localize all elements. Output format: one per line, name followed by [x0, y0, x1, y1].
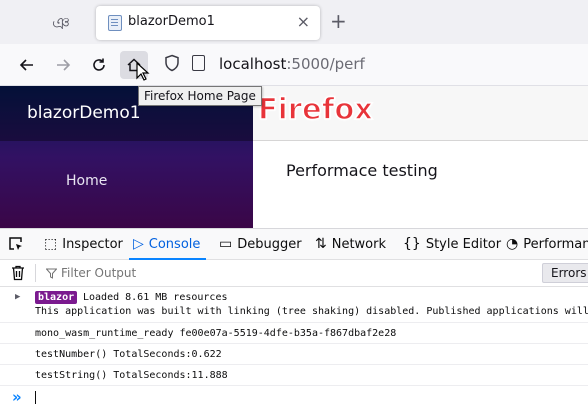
trash-icon: [12, 265, 24, 281]
page-favicon-icon: [108, 15, 122, 31]
tab-debugger[interactable]: ▭ Debugger: [219, 229, 302, 260]
prompt-chevron-icon: »: [12, 388, 22, 406]
log-text: testNumber() TotalSeconds:0.622: [35, 349, 222, 360]
errors-filter-button[interactable]: Errors: [542, 263, 588, 283]
log-text: testString() TotalSeconds:11.888: [35, 370, 228, 381]
url-host: localhost: [219, 55, 287, 73]
page-heading: Performace testing: [286, 161, 438, 180]
url-path: :5000/perf: [286, 55, 365, 73]
firefox-annotation: Firefox: [257, 91, 373, 127]
tab-console-label: Console: [148, 237, 201, 252]
home-button-tooltip: Firefox Home Page: [138, 86, 262, 106]
tab-title: blazorDemo1: [128, 14, 215, 29]
tab-performance[interactable]: ◔ Performan: [506, 229, 588, 260]
console-icon: ▷: [133, 236, 144, 252]
debugger-icon: ▭: [219, 236, 233, 252]
text-caret: [35, 391, 36, 404]
performance-gauge-icon: ◔: [506, 236, 519, 252]
tab-debugger-label: Debugger: [237, 237, 302, 252]
tab-performance-label: Performan: [523, 237, 588, 252]
log-text: Loaded 8.61 MB resources: [83, 292, 228, 303]
tab-style-editor[interactable]: {} Style Editor: [403, 229, 501, 260]
console-message: testString() TotalSeconds:11.888: [0, 365, 588, 386]
tab-console[interactable]: ▷ Console: [128, 229, 207, 260]
console-message: mono_wasm_runtime_ready fe00e07a-5519-4d…: [0, 323, 588, 344]
mouse-cursor-icon: [136, 62, 150, 81]
close-tab-icon[interactable]: ×: [297, 12, 310, 31]
filter-divider: [35, 264, 36, 282]
forward-button[interactable]: [49, 51, 77, 79]
clear-console-trash-icon[interactable]: [11, 265, 25, 285]
sidebar-item-home[interactable]: Home: [66, 173, 107, 189]
log-prefix-badge: blazor: [35, 291, 78, 304]
tab-inspector[interactable]: ⬚ Inspector: [44, 229, 123, 260]
tab-strip: ঞ blazorDemo1 × +: [0, 0, 588, 44]
tab-network[interactable]: ⇅ Network: [315, 229, 386, 260]
devtools-toolbar: ⬚ Inspector ▷ Console ▭ Debugger ⇅ Network {…: [0, 228, 588, 260]
reload-button[interactable]: [85, 51, 113, 79]
page-info-icon[interactable]: [192, 55, 205, 71]
arrow-left-icon: [19, 59, 33, 71]
arrow-right-icon: [57, 59, 71, 71]
style-editor-icon: {}: [403, 236, 421, 252]
app-sidebar: blazorDemo1 Home: [0, 86, 253, 228]
tracking-protection-shield-icon[interactable]: [164, 54, 180, 72]
console-message: ▶ blazor Loaded 8.61 MB resources This a…: [0, 287, 588, 323]
new-tab-button[interactable]: +: [330, 9, 347, 33]
console-message: testNumber() TotalSeconds:0.622: [0, 344, 588, 365]
filter-output-input[interactable]: [46, 263, 326, 283]
browser-tab[interactable]: blazorDemo1 ×: [96, 6, 320, 40]
console-input-row[interactable]: »: [0, 386, 588, 408]
element-picker-icon: [9, 237, 22, 250]
console-filter-bar: Errors: [0, 260, 588, 287]
app-brand[interactable]: blazorDemo1: [27, 103, 141, 123]
expand-triangle-icon[interactable]: ▶: [15, 292, 20, 302]
log-text: mono_wasm_runtime_ready fe00e07a-5519-4d…: [35, 328, 397, 339]
url-bar[interactable]: localhost:5000/perf: [219, 55, 365, 73]
log-text-detail: This application was built with linking …: [35, 306, 588, 317]
extension-icon[interactable]: ঞ: [52, 11, 70, 39]
inspector-icon: ⬚: [44, 236, 58, 252]
reload-icon: [93, 58, 105, 71]
element-picker-button[interactable]: [8, 229, 23, 260]
network-icon: ⇅: [315, 236, 327, 252]
back-button[interactable]: [13, 51, 41, 79]
tab-style-editor-label: Style Editor: [425, 237, 502, 252]
tab-network-label: Network: [331, 237, 387, 252]
tab-inspector-label: Inspector: [62, 237, 123, 252]
